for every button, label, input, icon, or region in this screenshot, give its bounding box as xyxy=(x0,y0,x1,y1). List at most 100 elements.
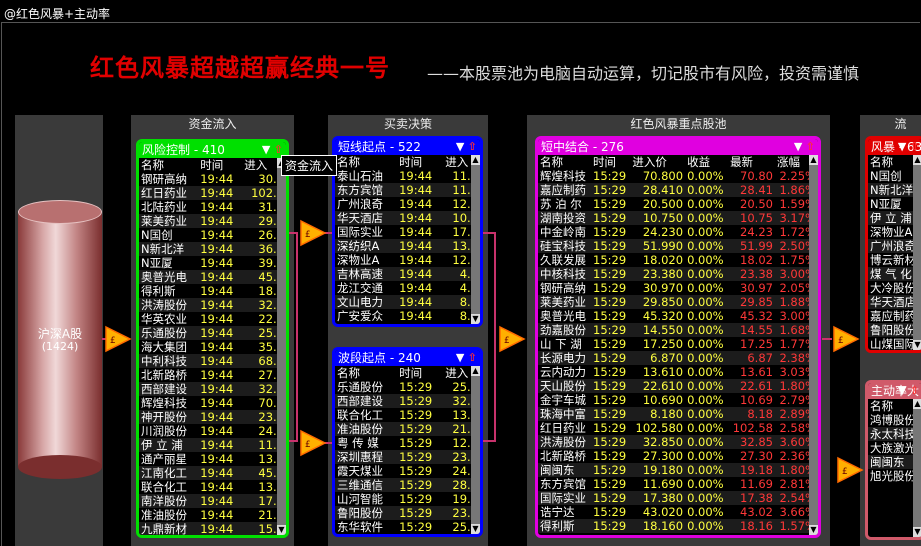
table-row[interactable]: 珠海中富 15:29 8.180 0.00% 8.18 2.89% xyxy=(538,407,818,421)
table-row[interactable]: 九鼎新材 19:44 15.3 xyxy=(139,522,286,535)
table-row[interactable]: 北新路桥 19:44 27.3 xyxy=(139,368,286,382)
table-row[interactable]: 联合化工 15:29 13.5 xyxy=(335,408,480,422)
column-header[interactable]: 时间 xyxy=(198,158,242,172)
table-row[interactable]: 北陆药业 19:44 31.8 xyxy=(139,200,286,214)
table-row[interactable]: 东方宾馆 15:29 11.690 0.00% 11.69 2.81% xyxy=(538,477,818,491)
panel-header[interactable]: 风险控制 - 410 ▼ ⇧ xyxy=(139,142,286,158)
table-row[interactable]: 海大集团 19:44 35.5 xyxy=(139,340,286,354)
column-header[interactable]: 最新 xyxy=(728,155,775,169)
export-up-arrow-icon[interactable]: ⇧ xyxy=(806,140,815,153)
table-row[interactable]: 华英农业 19:44 22.5 xyxy=(139,312,286,326)
table-row[interactable]: 江南化工 19:44 45.2 xyxy=(139,466,286,480)
panel-risk-control[interactable]: 风险控制 - 410 ▼ ⇧ 名称 时间 进入 钢研高纳 19:44 30.9 红日药业 19:4… xyxy=(136,139,289,538)
table-row[interactable]: 莱美药业 19:44 29.8 xyxy=(139,214,286,228)
table-row[interactable]: 准油股份 19:44 21.6 xyxy=(139,508,286,522)
column-header[interactable]: 时间 xyxy=(591,155,630,169)
column-header[interactable]: 收益 xyxy=(685,155,728,169)
table-row[interactable]: 中核科技 15:29 23.380 0.00% 23.38 3.00% xyxy=(538,267,818,281)
scroll-up-icon[interactable]: ▲ xyxy=(913,155,921,165)
table-row[interactable]: 山 下 湖 15:29 17.250 0.00% 17.25 1.77% xyxy=(538,337,818,351)
table-row[interactable]: 云内动力 15:29 13.610 0.00% 13.61 3.03% xyxy=(538,365,818,379)
column-header[interactable]: 名称 xyxy=(335,366,397,380)
table-row[interactable]: 硅宝科技 15:29 51.990 0.00% 51.99 2.50% xyxy=(538,239,818,253)
table-row[interactable]: 金宇车城 15:29 10.690 0.00% 10.69 2.79% xyxy=(538,393,818,407)
table-row[interactable]: 天山股份 15:29 22.610 0.00% 22.61 1.80% xyxy=(538,379,818,393)
table-row[interactable]: 西部建设 15:29 32.6 xyxy=(335,394,480,408)
panel-header[interactable]: 风暴 - 63 ▼ ⇧ xyxy=(868,139,921,155)
table-row[interactable]: 伊 立 浦 19:44 11.2 xyxy=(139,438,286,452)
column-header[interactable]: 时间 xyxy=(397,155,443,169)
panel-header[interactable]: 主动率大 ▼ ⇧ xyxy=(868,383,921,399)
table-row[interactable]: 霞天煤业 15:29 24.8 xyxy=(335,464,480,478)
scroll-down-icon[interactable]: ▼ xyxy=(913,527,921,537)
scroll-down-icon[interactable]: ▼ xyxy=(277,525,286,535)
scrollbar[interactable]: ▲▼ xyxy=(471,155,480,324)
dropdown-icon[interactable]: ▼ xyxy=(794,140,806,153)
table-row[interactable]: 红日药业 19:44 102.5 xyxy=(139,186,286,200)
table-row[interactable]: 东方宾馆 19:44 11.6 xyxy=(335,183,480,197)
panel-storm[interactable]: 风暴 - 63 ▼ ⇧ 名称 N国创 N新北洋 N亚厦伊 立 浦深物业A 广州浪奇 博云新材煤… xyxy=(865,136,921,353)
table-row[interactable]: 三维通信 15:29 28.2 xyxy=(335,478,480,492)
export-up-arrow-icon[interactable]: ⇧ xyxy=(910,384,919,397)
table-row[interactable]: 东华软件 15:29 25.0 xyxy=(335,520,480,534)
table-row[interactable]: 山河智能 15:29 19.0 xyxy=(335,492,480,506)
table-row[interactable]: N亚厦 19:44 39.3 xyxy=(139,256,286,270)
dropdown-icon[interactable]: ▼ xyxy=(898,384,910,397)
table-row[interactable]: 广安爱众 19:44 8.2 xyxy=(335,309,480,323)
table-row[interactable]: 泰山石油 19:44 11.7 xyxy=(335,169,480,183)
column-header[interactable]: 进入价 xyxy=(630,155,685,169)
table-row[interactable]: 得利斯 15:29 18.160 0.00% 18.16 1.57% xyxy=(538,519,818,533)
panel-wave-start[interactable]: 波段起点 - 240 ▼ ⇧ 名称 时间 进入 乐通股份 15:29 25.9 西部建设 15:2… xyxy=(332,347,483,537)
column-header[interactable]: 时间 xyxy=(397,366,443,380)
table-row[interactable]: 湖南投资 15:29 10.750 0.00% 10.75 3.17% xyxy=(538,211,818,225)
table-row[interactable]: 粤 传 媒 15:29 12.3 xyxy=(335,436,480,450)
table-row[interactable]: 辉煌科技 15:29 70.800 0.00% 70.80 2.25% xyxy=(538,169,818,183)
scrollbar[interactable]: ▲▼ xyxy=(471,366,480,534)
table-row[interactable]: 神开股份 19:44 23.9 xyxy=(139,410,286,424)
table-row[interactable]: 南洋股份 19:44 17.8 xyxy=(139,494,286,508)
dropdown-icon[interactable]: ▼ xyxy=(456,140,468,153)
scroll-down-icon[interactable]: ▼ xyxy=(471,524,480,534)
table-row[interactable]: 通产丽星 19:44 13.5 xyxy=(139,452,286,466)
scroll-up-icon[interactable]: ▲ xyxy=(809,155,818,165)
table-row[interactable]: 准油股份 15:29 21.1 xyxy=(335,422,480,436)
table-row[interactable]: 乐通股份 19:44 25.9 xyxy=(139,326,286,340)
export-up-arrow-icon[interactable]: ⇧ xyxy=(468,351,477,364)
table-row[interactable]: 文山电力 19:44 8.2 xyxy=(335,295,480,309)
table-row[interactable]: 中金岭南 15:29 24.230 0.00% 24.23 1.72% xyxy=(538,225,818,239)
panel-header[interactable]: 短中结合 - 276 ▼ ⇧ xyxy=(538,139,818,155)
column-header[interactable]: 名称 xyxy=(335,155,397,169)
table-row[interactable]: 辉煌科技 19:44 70.8 xyxy=(139,396,286,410)
table-row[interactable]: 红日药业 15:29 102.580 0.00% 102.58 2.58% xyxy=(538,421,818,435)
column-header[interactable]: 名称 xyxy=(538,155,591,169)
table-row[interactable]: 奥普光电 15:29 45.320 0.00% 45.32 3.00% xyxy=(538,309,818,323)
table-row[interactable]: 国际实业 15:29 17.380 0.00% 17.38 2.54% xyxy=(538,491,818,505)
table-row[interactable]: 洪涛股份 19:44 32.8 xyxy=(139,298,286,312)
scrollbar[interactable]: ▲▼ xyxy=(913,399,921,537)
table-row[interactable]: 联合化工 19:44 13.5 xyxy=(139,480,286,494)
dropdown-icon[interactable]: ▼ xyxy=(262,143,274,156)
table-row[interactable]: 深物业A 19:44 12.4 xyxy=(335,253,480,267)
table-row[interactable]: 奥普光电 19:44 45.3 xyxy=(139,270,286,284)
table-row[interactable]: N新北洋 19:44 36.5 xyxy=(139,242,286,256)
panel-active-rate[interactable]: 主动率大 ▼ ⇧ 名称 鸿博股份 永太科技 大族激光 闽闽东 旭光股份 ▲ ▼ xyxy=(865,380,921,540)
panel-short-mid-combo[interactable]: 短中结合 - 276 ▼ ⇧ 名称 时间 进入价 收益 最新 涨幅 辉煌科技 15:29 70.80… xyxy=(535,136,821,538)
table-row[interactable]: 苏 泊 尔 15:29 20.500 0.00% 20.50 1.59% xyxy=(538,197,818,211)
scroll-up-icon[interactable]: ▲ xyxy=(471,155,480,165)
table-row[interactable]: 川润股份 19:44 24.9 xyxy=(139,424,286,438)
scrollbar[interactable]: ▲▼ xyxy=(809,155,818,535)
table-row[interactable]: 长源电力 15:29 6.870 0.00% 6.87 2.38% xyxy=(538,351,818,365)
table-row[interactable]: 西部建设 19:44 32.6 xyxy=(139,382,286,396)
table-row[interactable]: 得利斯 19:44 18.1 xyxy=(139,284,286,298)
scroll-up-icon[interactable]: ▲ xyxy=(471,366,480,376)
table-row[interactable]: 嘉应制药 15:29 28.410 0.00% 28.41 1.86% xyxy=(538,183,818,197)
table-row[interactable]: 深圳惠程 15:29 23.3 xyxy=(335,450,480,464)
scroll-down-icon[interactable]: ▼ xyxy=(809,525,818,535)
table-row[interactable]: 钢研高纳 19:44 30.9 xyxy=(139,172,286,186)
table-row[interactable]: 莱美药业 15:29 29.850 0.00% 29.85 1.88% xyxy=(538,295,818,309)
market-source-cylinder[interactable]: 沪深A股 (1424) xyxy=(18,200,102,480)
table-row[interactable]: N国创 19:44 26.5 xyxy=(139,228,286,242)
table-row[interactable]: 吉林高速 19:44 4.6 xyxy=(335,267,480,281)
table-row[interactable]: 诰宁达 15:29 43.020 0.00% 43.02 3.66% xyxy=(538,505,818,519)
table-row[interactable]: 龙江交通 19:44 4.7 xyxy=(335,281,480,295)
